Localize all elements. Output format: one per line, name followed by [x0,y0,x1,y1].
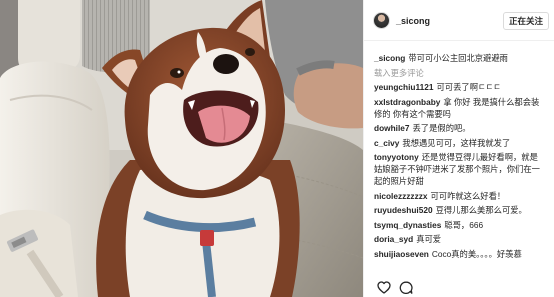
heart-icon[interactable] [377,281,391,294]
caption-text: 带可可小公主回北京避避雨 [408,53,508,63]
post-photo[interactable] [0,0,363,297]
comment: tsymq_dynasties 聪哥，666 [374,219,546,231]
comment-username[interactable]: ruyudeshui520 [374,205,433,215]
author-username[interactable]: _sicong [396,16,430,26]
comment-text: 丢了是假的吧。 [412,123,471,133]
post-header: _sicong 正在关注 [364,0,554,41]
comment-text: 聪哥，666 [444,219,484,230]
comment: tonyyotony 还是觉得豆得儿最好看啊，就是姑娘豁子不钟吓进米了发那个照片，… [374,151,546,187]
cabin-seat-left [0,61,110,297]
comment: shuijiaoseven Coco真的美。。。。好羡慕 [374,248,546,260]
comment-text: 可可丢了啊ㄷㄷㄷ [436,82,501,92]
comment: doria_syd 真可爱 [374,233,546,245]
comment-text: 可可咋就这么好看！ [430,190,506,201]
dog-photo-illustration [0,0,363,297]
comment-text: 真可爱 [416,234,442,244]
instagram-post-view: _sicong 正在关注 _sicong 带可可小公主回北京避避雨 载入更多评论 … [0,0,554,297]
load-more-comments-link[interactable]: 载入更多评论 [374,67,546,79]
comment-username[interactable]: tonyyotony [374,152,419,162]
comment-username[interactable]: shuijiaoseven [374,249,429,259]
comment-username[interactable]: tsymq_dynasties [374,220,441,230]
comment-text: Coco真的美。。。。好羡慕 [431,248,522,259]
following-button[interactable]: 正在关注 [503,12,549,30]
comment: yeungchiu1121 可可丢了啊ㄷㄷㄷ [374,81,546,93]
comment: nicolezzzzzzx 可可咋就这么好看！ [374,190,546,202]
comment-username[interactable]: yeungchiu1121 [374,82,434,92]
comment-username[interactable]: xxlstdragonbaby [374,97,440,107]
comment: dowhile7 丢了是假的吧。 [374,122,546,134]
post-caption: _sicong 带可可小公主回北京避避雨 [374,52,546,64]
comment-text: 我想遇见可可，这样我就发了 [402,137,511,148]
comment-username[interactable]: dowhile7 [374,123,410,133]
comment-username[interactable]: doria_syd [374,234,413,244]
comment: c_civy 我想遇见可可，这样我就发了 [374,137,546,149]
caption-username[interactable]: _sicong [374,53,405,63]
comment-list: _sicong 带可可小公主回北京避避雨 载入更多评论 yeungchiu1121… [374,52,546,262]
comments-panel: _sicong 正在关注 _sicong 带可可小公主回北京避避雨 载入更多评论 … [363,0,554,297]
comment: xxlstdragonbaby 拿 你好 我是搞什么都会装修的 你有这个需要吗 [374,96,546,120]
comment-text: 豆得儿那么美那么可爱。 [435,205,527,215]
author-avatar[interactable] [373,12,390,29]
comment-icon[interactable] [399,281,413,294]
comment: ruyudeshui520 豆得儿那么美那么可爱。 [374,204,546,216]
comment-username[interactable]: nicolezzzzzzx [374,191,427,201]
comment-username[interactable]: c_civy [374,138,399,148]
